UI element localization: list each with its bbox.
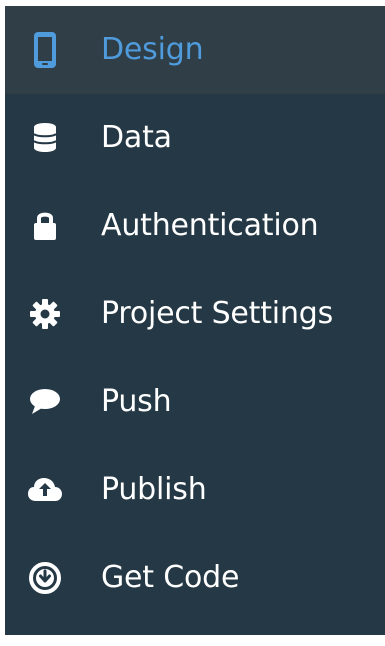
sidebar-item-push[interactable]: Push bbox=[5, 358, 385, 446]
lock-icon bbox=[23, 204, 67, 248]
sidebar-item-label: Authentication bbox=[101, 208, 319, 243]
sidebar-item-label: Data bbox=[101, 120, 172, 155]
sidebar-item-label: Get Code bbox=[101, 560, 240, 595]
gear-icon bbox=[23, 292, 67, 336]
sidebar-item-publish[interactable]: Publish bbox=[5, 446, 385, 534]
page-frame: Design Data Authentication Project Setti… bbox=[0, 0, 385, 646]
sidebar-item-data[interactable]: Data bbox=[5, 94, 385, 182]
sidebar-item-project-settings[interactable]: Project Settings bbox=[5, 270, 385, 358]
sidebar-item-design[interactable]: Design bbox=[5, 6, 385, 94]
sidebar-item-label: Push bbox=[101, 384, 172, 419]
mobile-phone-icon bbox=[23, 28, 67, 72]
sidebar: Design Data Authentication Project Setti… bbox=[5, 6, 385, 635]
database-icon bbox=[23, 116, 67, 160]
sidebar-item-label: Project Settings bbox=[101, 296, 334, 331]
chat-bubble-icon bbox=[23, 380, 67, 424]
sidebar-item-get-code[interactable]: Get Code bbox=[5, 534, 385, 622]
sidebar-item-label: Publish bbox=[101, 472, 207, 507]
cloud-upload-icon bbox=[23, 468, 67, 512]
sidebar-item-label: Design bbox=[101, 32, 204, 67]
sidebar-item-authentication[interactable]: Authentication bbox=[5, 182, 385, 270]
download-circle-icon bbox=[23, 556, 67, 600]
sidebar-footer-space bbox=[5, 622, 385, 635]
